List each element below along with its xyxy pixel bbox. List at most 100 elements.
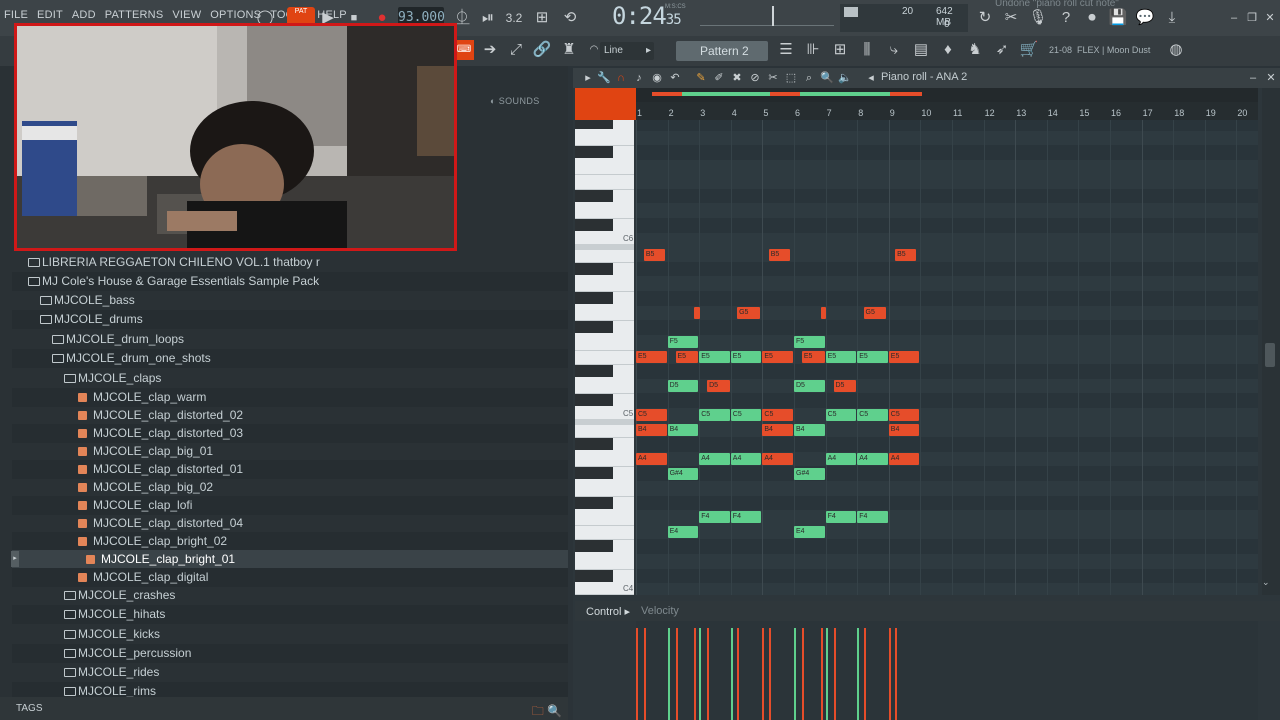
note[interactable]: E5 bbox=[762, 350, 793, 363]
menu-view[interactable]: VIEW bbox=[172, 9, 201, 21]
note[interactable]: D5 bbox=[833, 380, 857, 392]
note[interactable]: E4 bbox=[667, 526, 699, 538]
pr-minimize-icon[interactable]: – bbox=[1246, 71, 1260, 85]
browser-file[interactable]: MJCOLE_clap_bright_02 bbox=[12, 532, 568, 551]
piano-roll-icon[interactable]: ⌨ bbox=[454, 40, 474, 60]
velocity-bar[interactable] bbox=[768, 628, 771, 720]
browser-folder[interactable]: MJCOLE_hihats bbox=[12, 605, 568, 624]
black-key[interactable] bbox=[575, 394, 613, 407]
note[interactable]: A4 bbox=[857, 453, 888, 465]
target-arrows-icon[interactable]: ◂ bbox=[864, 71, 878, 85]
vertical-scrollbar[interactable] bbox=[1262, 88, 1280, 595]
plugin-picker-icon[interactable]: ♦ bbox=[938, 40, 958, 60]
velocity-bar[interactable] bbox=[895, 628, 898, 720]
undo-history-icon[interactable]: ↻ bbox=[975, 8, 995, 28]
note-icon[interactable]: ♪ bbox=[632, 71, 646, 85]
delete-tool-icon[interactable]: ✖ bbox=[730, 71, 744, 85]
velocity-bar[interactable] bbox=[820, 628, 823, 720]
countdown-icon[interactable]: 3.2 bbox=[504, 8, 524, 28]
note[interactable]: B4 bbox=[888, 423, 920, 436]
mute-tool-icon[interactable]: ⊘ bbox=[748, 71, 762, 85]
plugin-icon[interactable]: ⤢ bbox=[506, 40, 526, 60]
browser-icon[interactable]: ▤ bbox=[911, 40, 931, 60]
note[interactable]: C5 bbox=[762, 409, 793, 422]
bar-number[interactable]: 2 bbox=[669, 108, 674, 118]
pattern-overview[interactable] bbox=[636, 88, 1258, 102]
note[interactable]: A4 bbox=[699, 453, 730, 465]
bar-number[interactable]: 15 bbox=[1079, 108, 1089, 118]
note[interactable]: A4 bbox=[888, 453, 920, 465]
magnet-icon[interactable]: ∩ bbox=[614, 71, 628, 85]
black-key[interactable] bbox=[575, 262, 613, 275]
link-icon[interactable]: 🔗 bbox=[532, 40, 552, 60]
velocity-bar[interactable] bbox=[737, 628, 740, 720]
velocity-bar[interactable] bbox=[699, 628, 702, 720]
velocity-bar[interactable] bbox=[643, 628, 646, 720]
note[interactable]: A4 bbox=[762, 453, 793, 465]
note[interactable]: B5 bbox=[895, 248, 917, 261]
bar-number[interactable]: 11 bbox=[953, 108, 962, 118]
black-key[interactable] bbox=[575, 540, 613, 553]
note[interactable]: G#4 bbox=[667, 467, 699, 480]
black-key[interactable] bbox=[575, 438, 613, 451]
download-icon[interactable]: ⤓ bbox=[1162, 8, 1182, 28]
preset-display[interactable]: 21-08 FLEX | Moon Dust bbox=[1049, 45, 1150, 55]
browser-file[interactable]: MJCOLE_clap_big_01 bbox=[12, 442, 568, 461]
browser-file[interactable]: MJCOLE_clap_distorted_01 bbox=[12, 460, 568, 479]
tempo-tapper-icon[interactable]: ♞ bbox=[965, 40, 985, 60]
slider-handle[interactable] bbox=[772, 6, 774, 26]
browser-folder[interactable]: MJCOLE_drum_loops bbox=[12, 330, 568, 349]
piano-keyboard[interactable]: C6 C5 C4 bbox=[575, 120, 634, 595]
menu-file[interactable]: FILE bbox=[4, 9, 28, 21]
note[interactable]: C5 bbox=[699, 409, 730, 422]
step-sequencer-icon[interactable]: ⊞ bbox=[830, 40, 850, 60]
black-key[interactable] bbox=[575, 496, 613, 509]
search-icon[interactable]: 🔍 bbox=[547, 704, 562, 718]
note[interactable]: C5 bbox=[857, 409, 888, 422]
bar-number[interactable]: 17 bbox=[1143, 108, 1153, 118]
bar-number[interactable]: 9 bbox=[890, 108, 895, 118]
paint-icon[interactable]: ✐ bbox=[712, 71, 726, 85]
note[interactable]: F4 bbox=[730, 511, 762, 524]
bar-number[interactable]: 16 bbox=[1111, 108, 1121, 118]
master-volume-slider[interactable] bbox=[700, 6, 834, 26]
velocity-bar[interactable] bbox=[825, 628, 828, 720]
pr-close-icon[interactable]: ✕ bbox=[1264, 71, 1278, 85]
note[interactable]: E5 bbox=[825, 350, 857, 363]
note[interactable]: E5 bbox=[888, 350, 920, 363]
loop-record-icon[interactable]: ⟲ bbox=[560, 8, 580, 28]
browser-folder[interactable]: MJCOLE_percussion bbox=[12, 644, 568, 663]
time-ruler[interactable] bbox=[636, 102, 1258, 120]
pattern-selector[interactable]: Pattern 2 bbox=[676, 41, 768, 61]
velocity-bar[interactable] bbox=[794, 628, 796, 720]
black-key[interactable] bbox=[575, 292, 613, 305]
bar-number[interactable]: 14 bbox=[1048, 108, 1058, 118]
browser-file[interactable]: MJCOLE_clap_distorted_04 bbox=[12, 514, 568, 533]
record-audio-icon[interactable]: ⏺ bbox=[1082, 8, 1102, 28]
menu-edit[interactable]: EDIT bbox=[37, 9, 63, 21]
select-tool-icon[interactable]: ⬚ bbox=[784, 71, 798, 85]
velocity-bar[interactable] bbox=[730, 628, 733, 720]
tags-label[interactable]: TAGS bbox=[16, 703, 42, 714]
velocity-label[interactable]: Velocity bbox=[641, 605, 679, 617]
note[interactable]: F4 bbox=[825, 511, 857, 524]
scroll-down-icon[interactable]: ⌄ bbox=[1262, 577, 1270, 588]
black-key[interactable] bbox=[575, 321, 613, 334]
note[interactable]: E5 bbox=[675, 350, 699, 363]
bar-number[interactable]: 3 bbox=[700, 108, 705, 118]
step-edit-icon[interactable]: ⊞ bbox=[532, 8, 552, 28]
velocity-bar[interactable] bbox=[833, 628, 836, 720]
channel-rack-icon[interactable]: ⊪ bbox=[803, 40, 823, 60]
menu-add[interactable]: ADD bbox=[72, 9, 96, 21]
bar-number[interactable]: 7 bbox=[827, 108, 832, 118]
vfx-icon[interactable]: ➶ bbox=[992, 40, 1012, 60]
sounds-tab[interactable]: ◐ SOUNDS bbox=[490, 96, 540, 106]
note[interactable]: G5 bbox=[863, 307, 887, 319]
browser-folder[interactable]: MJCOLE_drums bbox=[12, 310, 568, 329]
velocity-lane[interactable] bbox=[636, 621, 1258, 720]
slice-icon[interactable]: ✂ bbox=[766, 71, 780, 85]
wait-record-icon[interactable]: ⏯ bbox=[478, 8, 498, 28]
black-key[interactable] bbox=[575, 467, 613, 480]
note[interactable]: F5 bbox=[794, 336, 825, 349]
undo-icon[interactable]: ↶ bbox=[668, 71, 682, 85]
